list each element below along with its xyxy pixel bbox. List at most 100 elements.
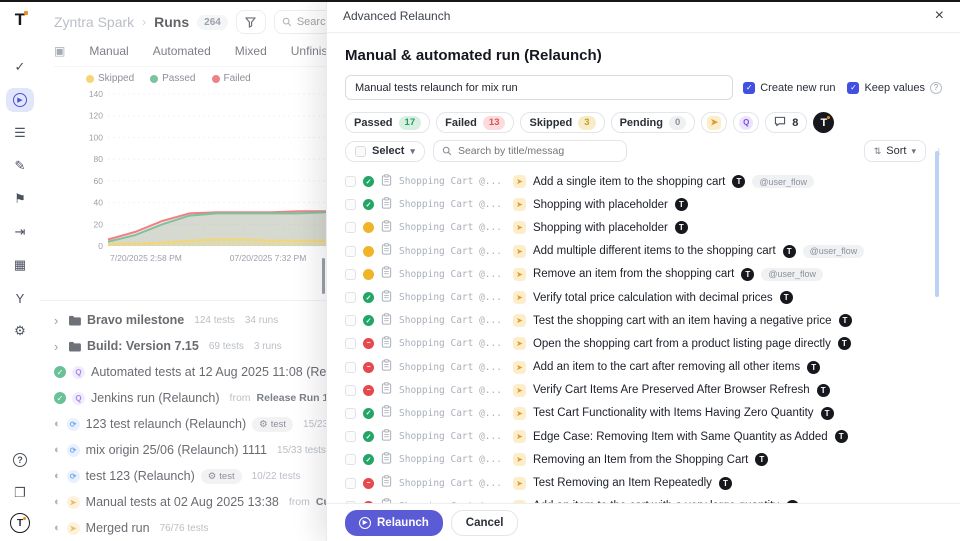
cancel-button[interactable]: Cancel [451, 510, 519, 536]
sort-button[interactable]: ⇅ Sort ▾ [864, 140, 926, 162]
run-row[interactable]: ◐⟳123 test relaunch (Relaunch)⚙test15/23… [40, 411, 340, 437]
test-checkbox[interactable] [345, 199, 356, 210]
test-row[interactable]: ✓Shopping Cart @...➤Add a single item to… [345, 170, 942, 193]
test-checkbox[interactable] [345, 315, 356, 326]
test-row[interactable]: ✓Shopping Cart @...➤Test the shopping ca… [345, 309, 942, 332]
run-row[interactable]: ◐⟳mix origin 25/06 (Relaunch) 111115/33 … [40, 437, 340, 463]
wand-icon[interactable]: ✎ [6, 154, 34, 178]
assignee-avatar[interactable]: T [755, 453, 768, 466]
assignee-avatar[interactable]: T [719, 477, 732, 490]
assignee-avatar[interactable]: T [741, 268, 754, 281]
test-row[interactable]: −Shopping Cart @...➤Add an item to the c… [345, 356, 942, 379]
import-icon[interactable]: ⇥ [6, 220, 34, 244]
test-checkbox[interactable] [345, 292, 356, 303]
breadcrumb-parent[interactable]: Zyntra Spark [54, 14, 134, 30]
filter-chip-comments[interactable]: 8 [765, 112, 807, 133]
tab-manual[interactable]: Manual [89, 44, 128, 58]
milestone-icon[interactable]: ⚑ [6, 187, 34, 211]
test-checkbox[interactable] [345, 431, 356, 442]
filter-chip-passed[interactable]: Passed17 [345, 112, 430, 133]
test-checkbox[interactable] [345, 408, 356, 419]
select-all-icon[interactable]: ▣ [54, 44, 65, 58]
assignee-avatar[interactable]: T [675, 198, 688, 211]
tests-scrollbar[interactable] [935, 151, 939, 297]
run-row[interactable]: ◐➤Merged run76/76 tests [40, 515, 340, 541]
test-suite-prefix: Shopping Cart @... [399, 431, 502, 442]
test-row[interactable]: −Shopping Cart @...➤Verify Cart Items Ar… [345, 379, 942, 402]
tab-mixed[interactable]: Mixed [235, 44, 267, 58]
test-checkbox[interactable] [345, 362, 356, 373]
run-row[interactable]: ✓QAutomated tests at 12 Aug 2025 11:08 (… [40, 359, 340, 385]
folders-icon[interactable]: ❐ [6, 481, 34, 505]
filter-chip-skipped[interactable]: Skipped3 [520, 112, 604, 133]
runs-icon[interactable]: ▶ [6, 88, 34, 112]
assignee-avatar[interactable]: T [783, 245, 796, 258]
filter-chip-manual[interactable]: ➤ [701, 112, 727, 133]
assignee-avatar[interactable]: T [835, 430, 848, 443]
test-row[interactable]: ✓Shopping Cart @...➤Test Cart Functional… [345, 402, 942, 425]
owner-avatar[interactable]: T [813, 112, 834, 133]
test-checkbox[interactable] [345, 478, 356, 489]
test-row[interactable]: ✓Shopping Cart @...➤Verify total price c… [345, 286, 942, 309]
assignee-avatar[interactable]: T [817, 384, 830, 397]
test-checkbox[interactable] [345, 338, 356, 349]
test-checkbox[interactable] [345, 454, 356, 465]
filter-button[interactable] [236, 10, 266, 34]
select-dropdown[interactable]: Select ▾ [345, 141, 425, 162]
test-row[interactable]: Shopping Cart @...➤Add multiple differen… [345, 240, 942, 263]
user-avatar[interactable]: T [10, 513, 30, 533]
test-tag: @user_flow [803, 245, 865, 258]
tests-search-input[interactable] [458, 145, 618, 157]
page-scrollbar[interactable] [322, 258, 325, 294]
run-row[interactable]: ◐➤Manual tests at 02 Aug 2025 13:38fromC… [40, 489, 340, 515]
checkbox-checked-icon: ✓ [847, 82, 859, 94]
test-row[interactable]: ✓Shopping Cart @...➤Removing an Item fro… [345, 448, 942, 471]
tag-label: test [219, 471, 234, 482]
reports-icon[interactable]: ▦ [6, 253, 34, 277]
test-row[interactable]: −Shopping Cart @...➤Open the shopping ca… [345, 332, 942, 355]
assignee-avatar[interactable]: T [821, 407, 834, 420]
settings-icon[interactable]: ⚙ [6, 319, 34, 343]
assignee-avatar[interactable]: T [780, 291, 793, 304]
close-icon[interactable]: × [935, 8, 944, 24]
check-icon[interactable]: ✓ [6, 55, 34, 79]
assignee-avatar[interactable]: T [839, 314, 852, 327]
filter-chip-failed[interactable]: Failed13 [436, 112, 514, 133]
filter-chip-automated[interactable]: Q [733, 112, 759, 133]
assignee-avatar[interactable]: T [675, 221, 688, 234]
tests-search[interactable] [433, 140, 627, 162]
run-row[interactable]: ✓QJenkins run (Relaunch)fromRelease Run … [40, 385, 340, 411]
test-row[interactable]: −Shopping Cart @...➤Test Removing an Ite… [345, 471, 942, 494]
branch-icon[interactable]: Y [6, 286, 34, 310]
run-row[interactable]: ◐⟳test 123 (Relaunch)⚙test10/22 tests [40, 463, 340, 489]
test-checkbox[interactable] [345, 222, 356, 233]
chevron-right-icon[interactable]: › [54, 339, 62, 354]
test-row[interactable]: ✓Shopping Cart @...➤Shopping with placeh… [345, 193, 942, 216]
option-checkbox-keep-values[interactable]: ✓Keep values? [847, 82, 942, 94]
chevron-right-icon[interactable]: › [54, 313, 62, 328]
status-skipped-icon [363, 222, 374, 233]
filter-chip-pending[interactable]: Pending0 [611, 112, 696, 133]
relaunch-button[interactable]: ▶ Relaunch [345, 510, 443, 536]
test-row[interactable]: Shopping Cart @...➤Shopping with placeho… [345, 216, 942, 239]
help-icon[interactable]: ? [6, 448, 34, 472]
run-name-input[interactable] [345, 75, 733, 100]
svg-text:80: 80 [94, 154, 104, 164]
test-checkbox[interactable] [345, 176, 356, 187]
test-row[interactable]: ✓Shopping Cart @...➤Edge Case: Removing … [345, 425, 942, 448]
run-row[interactable]: ›Build: Version 7.1569 tests3 runs [40, 333, 340, 359]
list-check-icon[interactable]: ☰ [6, 121, 34, 145]
tab-automated[interactable]: Automated [153, 44, 211, 58]
app-logo[interactable]: T [15, 10, 25, 30]
test-suite-prefix: Shopping Cart @... [399, 478, 502, 489]
assignee-avatar[interactable]: T [838, 337, 851, 350]
assignee-avatar[interactable]: T [807, 361, 820, 374]
test-checkbox[interactable] [345, 269, 356, 280]
test-row[interactable]: Shopping Cart @...➤Remove an item from t… [345, 263, 942, 286]
option-checkbox-create-new-run[interactable]: ✓Create new run [743, 82, 835, 94]
test-checkbox[interactable] [345, 385, 356, 396]
test-checkbox[interactable] [345, 246, 356, 257]
help-icon[interactable]: ? [930, 82, 942, 94]
assignee-avatar[interactable]: T [732, 175, 745, 188]
run-row[interactable]: ›Bravo milestone124 tests34 runs [40, 307, 340, 333]
